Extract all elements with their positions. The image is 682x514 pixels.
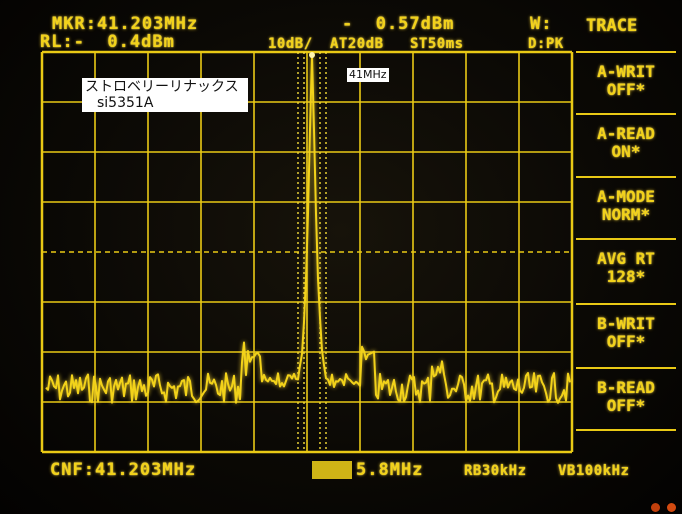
- softkey-label: B-READ: [597, 378, 655, 397]
- span-highlight: [312, 461, 352, 479]
- panel-title: TRACE: [586, 16, 638, 36]
- softkey-value: OFF*: [606, 80, 646, 99]
- softkey-a-read[interactable]: A-READ ON*: [576, 113, 676, 175]
- softkey-b-read[interactable]: B-READ OFF*: [576, 367, 676, 431]
- title-line-1: ストロベリーリナックス: [85, 79, 239, 95]
- peak-frequency-label: 41MHz: [347, 68, 389, 82]
- softkey-b-write[interactable]: B-WRIT OFF*: [576, 303, 676, 365]
- analyzer-screen: MKR:41.203MHz - 0.57dBm W: RL:- 0.4dBm 1…: [0, 0, 682, 514]
- softkey-label: A-MODE: [597, 187, 655, 206]
- title-line-2: si5351A: [97, 95, 154, 111]
- span-value: 5.8MHz: [356, 460, 424, 480]
- softkey-value: NORM*: [601, 205, 651, 224]
- softkey-value: ON*: [611, 142, 641, 161]
- indicator-led: [667, 503, 676, 512]
- device-title-label: ストロベリーリナックス si5351A: [82, 78, 248, 112]
- softkey-a-write[interactable]: A-WRIT OFF*: [576, 51, 676, 113]
- softkey-label: A-READ: [597, 124, 655, 143]
- softkey-label: A-WRIT: [597, 62, 655, 81]
- softkey-label: AVG RT: [597, 249, 655, 268]
- softkey-value: OFF*: [606, 396, 646, 415]
- marker-dot: [309, 52, 315, 58]
- center-frequency: CNF:41.203MHz: [50, 460, 197, 480]
- video-bandwidth: VB100kHz: [558, 463, 630, 479]
- softkey-value: 128*: [606, 267, 646, 286]
- softkey-value: OFF*: [606, 332, 646, 351]
- resolution-bandwidth: RB30kHz: [464, 463, 527, 479]
- indicator-led: [651, 503, 660, 512]
- softkey-avg-rate[interactable]: AVG RT 128*: [576, 238, 676, 300]
- softkey-a-mode[interactable]: A-MODE NORM*: [576, 176, 676, 238]
- softkey-label: B-WRIT: [597, 314, 655, 333]
